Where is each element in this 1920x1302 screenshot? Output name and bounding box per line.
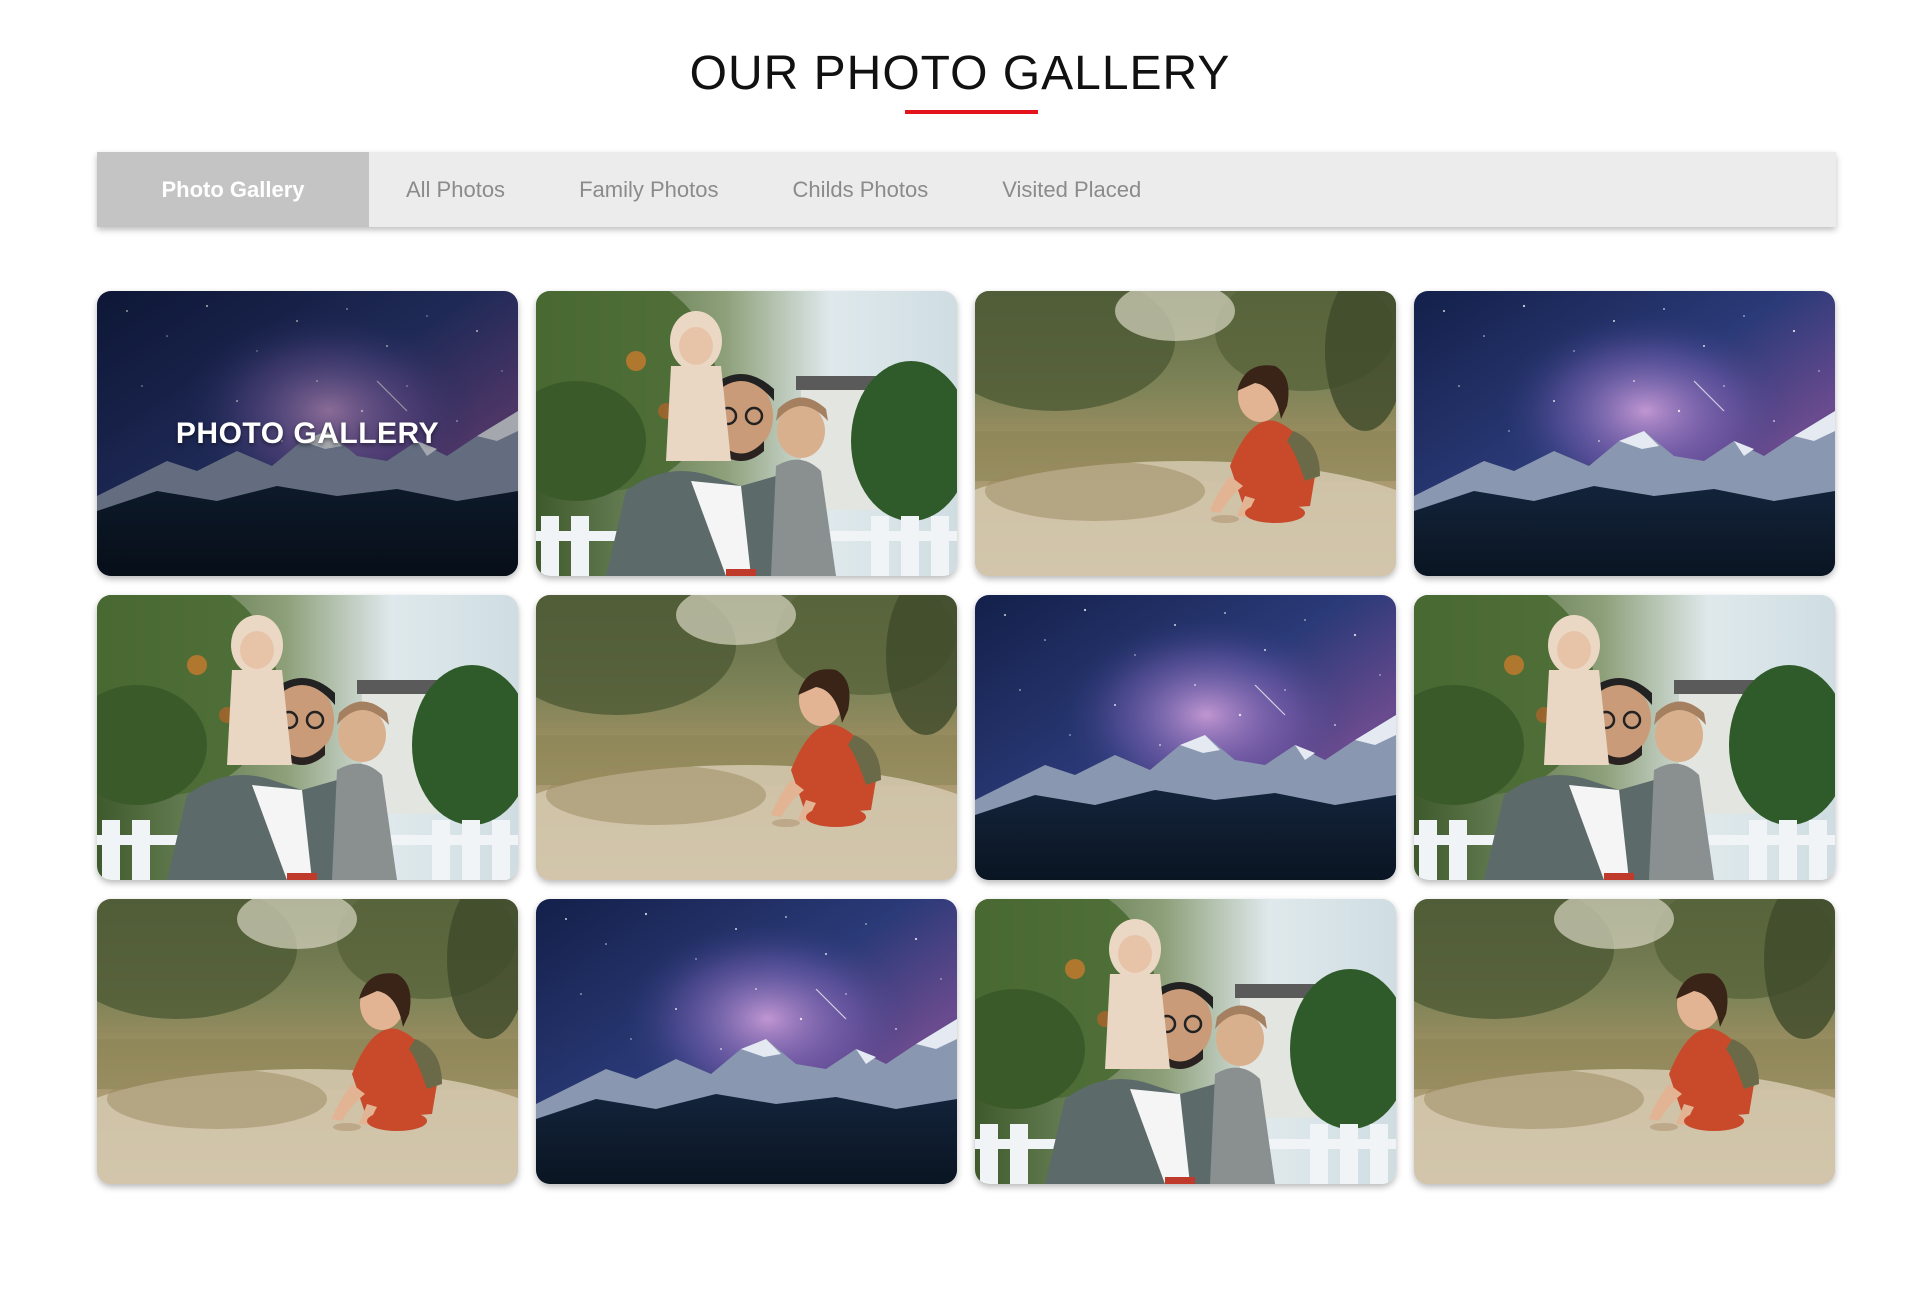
photo-grid: PHOTO GALLERY <box>97 291 1836 1184</box>
photo-tile-girl-field[interactable] <box>975 291 1396 576</box>
photo-tile-girl-field[interactable] <box>97 899 518 1184</box>
photo-tile-family[interactable] <box>1414 595 1835 880</box>
tab-all-photos[interactable]: All Photos <box>369 152 542 227</box>
photo-tile-family[interactable] <box>536 291 957 576</box>
photo-tile-family[interactable] <box>975 899 1396 1184</box>
gallery-page: OUR PHOTO GALLERY Photo Gallery All Phot… <box>0 0 1920 1302</box>
night-sky-mountains-image <box>1414 291 1835 576</box>
photo-tile-family[interactable] <box>97 595 518 880</box>
girl-field-photo-image <box>1414 899 1835 1184</box>
photo-tile-night-sky-mountains[interactable] <box>975 595 1396 880</box>
photo-tile-girl-field[interactable] <box>536 595 957 880</box>
family-photo-image <box>97 595 518 880</box>
title-underline <box>905 110 1038 114</box>
family-photo-image <box>975 899 1396 1184</box>
family-photo-image <box>1414 595 1835 880</box>
tab-family-photos[interactable]: Family Photos <box>542 152 755 227</box>
night-sky-mountains-image <box>536 899 957 1184</box>
photo-tile-night-sky-mountains[interactable] <box>536 899 957 1184</box>
gallery-caption: PHOTO GALLERY <box>175 416 440 450</box>
photo-tile-night-sky-mountains[interactable] <box>1414 291 1835 576</box>
gallery-tab-bar: Photo Gallery All Photos Family Photos C… <box>97 152 1836 227</box>
family-photo-image <box>536 291 957 576</box>
girl-field-photo-image <box>975 291 1396 576</box>
girl-field-photo-image <box>97 899 518 1184</box>
tab-childs-photos[interactable]: Childs Photos <box>755 152 965 227</box>
page-title: OUR PHOTO GALLERY <box>689 47 1231 100</box>
photo-tile-night-sky-mountains[interactable]: PHOTO GALLERY <box>97 291 518 576</box>
photo-tile-girl-field[interactable] <box>1414 899 1835 1184</box>
night-sky-mountains-image <box>975 595 1396 880</box>
tab-photo-gallery[interactable]: Photo Gallery <box>97 152 369 227</box>
girl-field-photo-image <box>536 595 957 880</box>
tab-visited-placed[interactable]: Visited Placed <box>965 152 1178 227</box>
